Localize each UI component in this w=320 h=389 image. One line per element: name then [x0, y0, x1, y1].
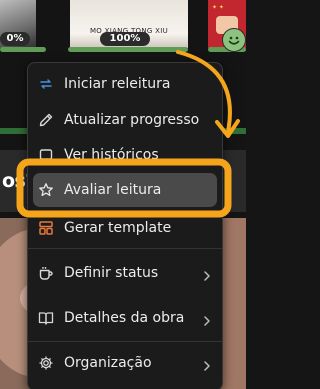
star-icon: [38, 182, 54, 198]
book-icon: [38, 310, 54, 326]
chevron-right-icon: [202, 357, 212, 371]
menu-divider: [28, 248, 222, 249]
progress-badge: 100%: [100, 32, 150, 46]
context-menu: Iniciar releitura Atualizar progresso Ve…: [27, 62, 223, 389]
menu-item-set-status[interactable]: Definir status: [28, 256, 222, 290]
menu-item-label: Avaliar leitura: [64, 182, 162, 198]
repeat-icon: [38, 76, 54, 92]
menu-item-work-details[interactable]: Detalhes da obra: [28, 301, 222, 335]
menu-item-label: Gerar template: [64, 220, 172, 236]
menu-item-view-history[interactable]: Ver históricos: [28, 138, 222, 172]
menu-item-restart-reading[interactable]: Iniciar releitura: [28, 67, 222, 101]
cover-decoration: ✦ ✦: [212, 4, 224, 11]
chevron-right-icon: [202, 267, 212, 281]
menu-item-label: Definir status: [64, 265, 159, 281]
menu-item-organization[interactable]: Organização: [28, 346, 222, 380]
chevron-right-icon: [202, 312, 212, 326]
template-icon: [38, 220, 54, 236]
menu-item-rate-reading[interactable]: Avaliar leitura: [33, 173, 217, 207]
menu-divider: [28, 341, 222, 342]
pencil-icon: [38, 112, 54, 128]
screen: MO XIANG TONG XIU ✦ ✦ 0% 100% os? Inicia…: [0, 0, 246, 389]
smile-icon: [222, 28, 246, 52]
progress-bar: [68, 47, 188, 52]
menu-item-label: Organização: [64, 355, 152, 371]
menu-item-update-progress[interactable]: Atualizar progresso: [28, 103, 222, 137]
coffee-icon: [38, 265, 54, 281]
menu-item-label: Iniciar releitura: [64, 76, 171, 92]
progress-badge: 0%: [0, 32, 30, 46]
gear-icon: [38, 355, 54, 371]
menu-item-label: Ver históricos: [64, 147, 159, 163]
history-icon: [38, 147, 54, 163]
menu-item-label: Atualizar progresso: [64, 112, 200, 128]
progress-bar: [0, 47, 46, 52]
menu-item-generate-template[interactable]: Gerar template: [28, 211, 222, 245]
menu-item-label: Detalhes da obra: [64, 310, 185, 326]
